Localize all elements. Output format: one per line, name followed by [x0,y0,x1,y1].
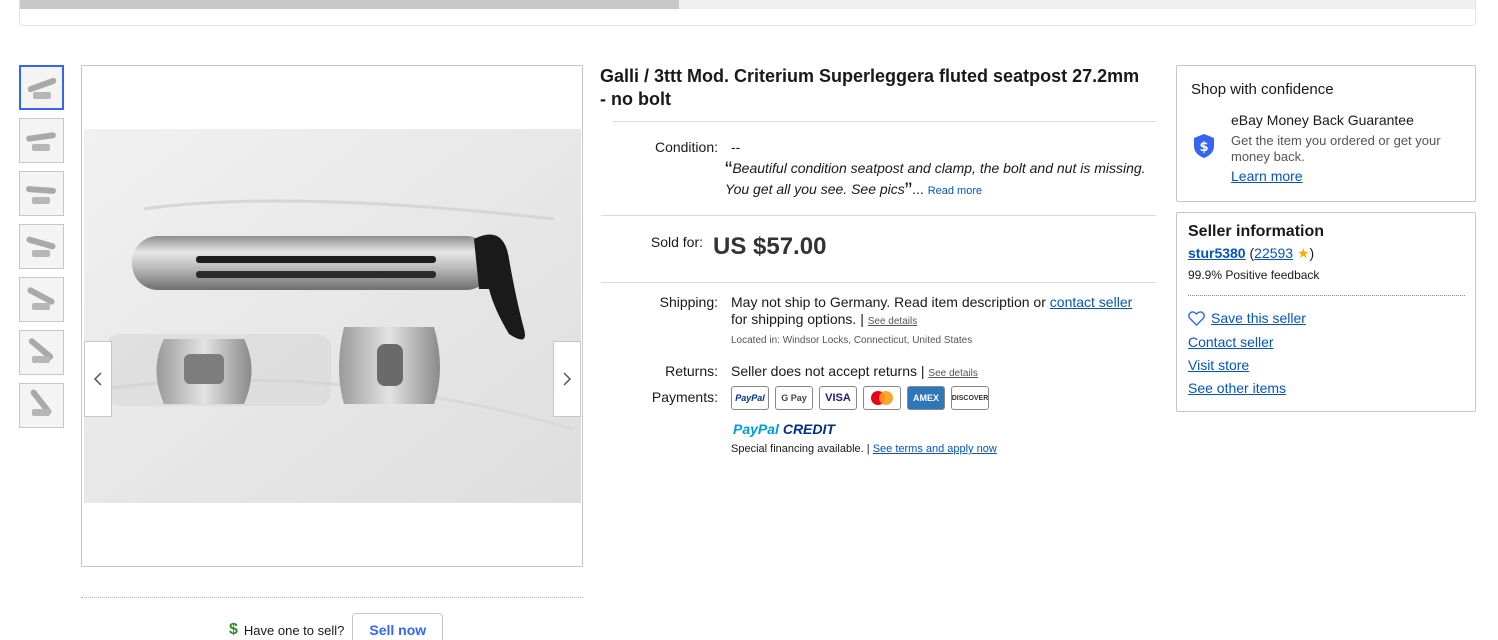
confidence-title: Shop with confidence [1191,81,1334,98]
paypal-credit-logo: PayPal CREDIT [733,421,835,437]
returns-text: Seller does not accept returns | [731,363,925,379]
thumbnail-clamp-shape [32,250,50,257]
product-photo [84,129,581,503]
shipping-text: May not ship to Germany. Read item descr… [731,294,1046,310]
payment-mastercard-icon [863,386,901,410]
payment-paypal-icon: PayPal [731,386,769,410]
chevron-right-icon [563,372,572,386]
save-seller-row[interactable]: Save this seller [1188,310,1306,326]
see-other-items-link[interactable]: See other items [1188,380,1286,396]
payments-label: Payments: [651,389,718,405]
next-image-button[interactable] [553,341,581,417]
returns-label: Returns: [665,363,718,379]
read-more-link[interactable]: Read more [928,185,982,197]
seller-info-title: Seller information [1188,223,1325,240]
title-divider [613,121,1156,122]
dollar-icon: $ [229,621,238,638]
thumbnail-strip [19,65,64,436]
listing-title: Galli / 3ttt Mod. Criterium Superleggera… [600,66,1140,109]
image-progress-bar [19,0,1476,26]
condition-label: Condition: [654,139,718,155]
thumbnail-4[interactable] [19,224,64,269]
returns-info: Seller does not accept returns | See det… [731,363,978,379]
star-icon: ★ [1296,245,1310,261]
have-one-to-sell-row: $ Have one to sell? Sell now [229,613,444,640]
seller-identity: stur5380 (22593 ★) [1188,245,1315,261]
seller-score-link[interactable]: 22593 [1254,245,1293,261]
payment-discover-icon: DISCOVER [951,386,989,410]
payment-g-pay-icon: G Pay [775,386,813,410]
condition-divider [601,215,1156,216]
payment-visa-icon: VISA [819,386,857,410]
thumbnail-post-shape [26,77,58,93]
thumbnail-clamp-shape [32,144,50,151]
terms-apply-link[interactable]: See terms and apply now [873,443,997,455]
guarantee-title: eBay Money Back Guarantee [1231,112,1414,128]
seller-username-link[interactable]: stur5380 [1188,245,1246,261]
special-financing: Special financing available. | See terms… [731,443,997,455]
guarantee-text: Get the item you ordered or get your mon… [1231,133,1441,164]
contact-seller-link[interactable]: contact seller [1050,294,1132,310]
thumbnail-post-shape [25,185,57,195]
thumbnail-1[interactable] [19,65,64,110]
condition-value: -- [731,139,741,155]
open-quote-icon: “ [725,157,733,182]
mastercard-logo [871,391,893,405]
seller-divider [1188,295,1465,296]
paypal-credit-paypal: PayPal [733,421,779,437]
thumbnail-clamp-shape [32,356,50,363]
shipping-see-details-link[interactable]: See details [868,316,917,327]
main-image-viewer[interactable] [81,65,583,567]
prev-image-button[interactable] [84,341,112,417]
thumbnail-clamp-shape [32,303,50,310]
shipping-label: Shipping: [659,294,718,310]
thumbnail-6[interactable] [19,330,64,375]
item-location: Located in: Windsor Locks, Connecticut, … [731,335,973,346]
heart-icon [1188,310,1205,326]
seller-feedback: 99.9% Positive feedback [1188,268,1320,282]
save-seller-link[interactable]: Save this seller [1211,310,1306,326]
thumbnail-clamp-shape [32,409,50,416]
progress-fill [20,0,680,9]
chevron-left-icon [93,372,102,386]
learn-more-link[interactable]: Learn more [1231,168,1303,184]
shipping-text-2: for shipping options. | [731,311,864,327]
shield-dollar-icon: $ [1194,134,1214,158]
paypal-credit-credit: CREDIT [782,421,835,437]
thumbnail-2[interactable] [19,118,64,163]
close-quote-icon: ” [904,178,913,203]
shop-with-confidence-box: Shop with confidence eBay Money Back Gua… [1176,65,1476,202]
seller-information-box: Seller information stur5380 (22593 ★) 99… [1176,212,1476,412]
financing-text: Special financing available. | [731,443,870,455]
contact-seller-side-link[interactable]: Contact seller [1188,334,1274,350]
payment-amex-icon: AMEX [907,386,945,410]
thumbnail-post-shape [25,131,57,143]
seatpost-photo-illustration [84,129,581,503]
returns-see-details-link[interactable]: See details [928,368,977,379]
thumbnail-clamp-shape [32,197,50,204]
sell-now-button[interactable]: Sell now [352,613,444,640]
shipping-info: May not ship to Germany. Read item descr… [731,294,1161,349]
thumbnail-clamp-shape [33,92,51,99]
sold-for-label: Sold for: [650,234,703,250]
price-divider [601,282,1156,283]
thumbnail-post-shape [25,235,57,251]
payment-methods: PayPal G Pay VISA AMEX DISCOVER [731,386,989,410]
thumbnail-3[interactable] [19,171,64,216]
gallery-divider [81,597,583,598]
svg-text:$: $ [1199,140,1208,155]
visit-store-link[interactable]: Visit store [1188,357,1249,373]
sold-price: US $57.00 [713,233,827,260]
seller-description: “Beautiful condition seatpost and clamp,… [725,157,1146,203]
thumbnail-5[interactable] [19,277,64,322]
thumbnail-7[interactable] [19,383,64,428]
sell-question: Have one to sell? [243,622,345,638]
